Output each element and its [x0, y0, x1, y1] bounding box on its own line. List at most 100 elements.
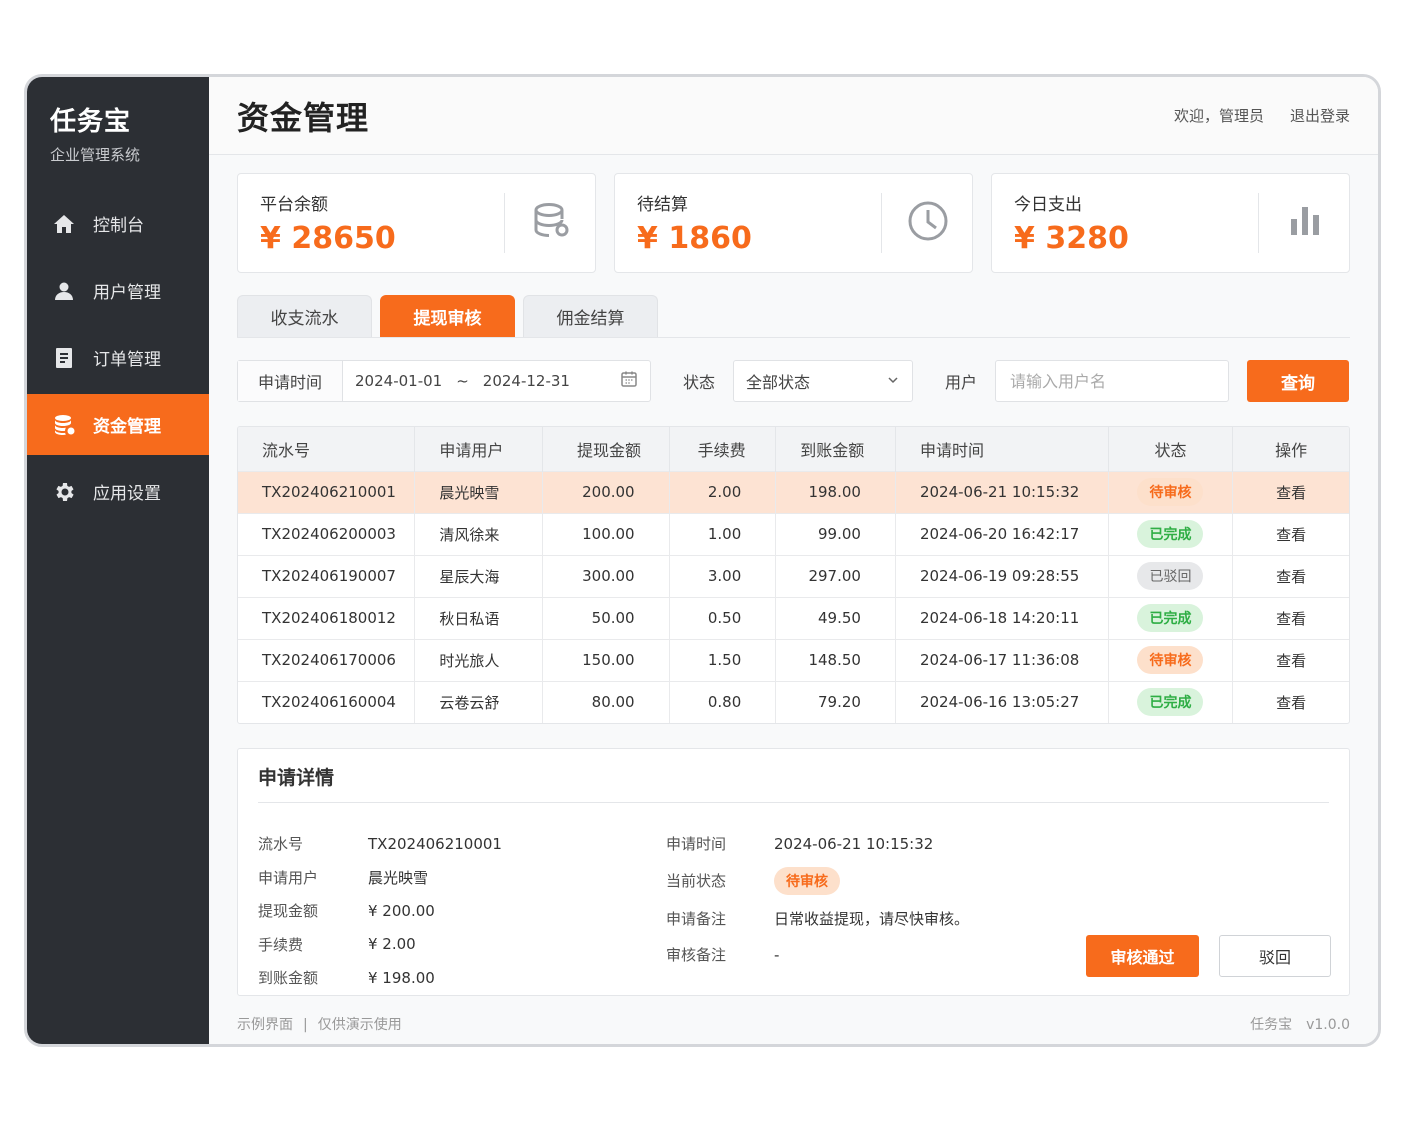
- status-badge: 待审核: [774, 866, 840, 895]
- cell-time: 2024-06-20 16:42:17: [895, 512, 1109, 555]
- stat-card-label: 平台余额: [260, 195, 328, 215]
- stat-card-value: ¥ 3280: [1014, 221, 1129, 256]
- stat-card-value: ¥ 28650: [260, 221, 396, 256]
- cell-time: 2024-06-21 10:15:32: [895, 470, 1109, 513]
- status-badge: 待审核: [1137, 478, 1204, 506]
- reject-button[interactable]: 驳回: [1219, 935, 1331, 977]
- cell-status: 待审核: [1108, 470, 1234, 513]
- calendar-icon: [620, 370, 638, 392]
- detail-row: 到账金额 ¥ 198.00: [258, 961, 666, 995]
- detail-row: 当前状态 待审核: [666, 861, 1074, 901]
- stat-card-label: 待结算: [637, 195, 688, 215]
- brand-subtitle: 企业管理系统: [50, 146, 141, 164]
- cell-amount: 200.00: [542, 470, 670, 513]
- footer-separator: |: [303, 1017, 308, 1033]
- detail-value: 日常收益提现，请尽快审核。: [774, 910, 970, 928]
- cell-received: 99.00: [775, 512, 896, 555]
- status-badge: 已完成: [1137, 520, 1204, 548]
- column-header: 申请用户: [414, 427, 543, 471]
- cell-action: 查看: [1232, 512, 1349, 555]
- sidebar-item-label: 用户管理: [93, 283, 161, 303]
- column-header: 提现金额: [542, 427, 670, 471]
- date-range-picker[interactable]: 2024-01-01 ~ 2024-12-31: [343, 361, 650, 401]
- cell-amount: 300.00: [542, 554, 670, 597]
- sidebar-item-label: 资金管理: [93, 417, 161, 437]
- status-select[interactable]: 全部状态: [733, 360, 914, 402]
- detail-label: 流水号: [258, 835, 304, 854]
- sidebar-item-label: 应用设置: [93, 484, 161, 504]
- detail-label: 到账金额: [258, 969, 319, 988]
- view-link[interactable]: 查看: [1276, 610, 1306, 628]
- detail-left-column: 流水号 TX202406210001 申请用户 晨光映雪 提现金额 ¥ 200.00 …: [258, 827, 666, 995]
- stat-card-expense: 今日支出 ¥ 3280: [991, 173, 1350, 273]
- cell-received: 297.00: [775, 554, 896, 597]
- cell-time: 2024-06-18 14:20:11: [895, 596, 1109, 639]
- view-link[interactable]: 查看: [1276, 652, 1306, 670]
- brand: 任务宝 企业管理系统: [27, 77, 209, 165]
- tab-transactions[interactable]: 收支流水: [237, 295, 372, 337]
- tab-commission[interactable]: 佣金结算: [523, 295, 658, 337]
- app-window: 任务宝 企业管理系统 控制台 用户管理 订单管理 资金管理 应用设置 资金管理 …: [24, 74, 1381, 1047]
- version-text: 任务宝 v1.0.0: [1250, 1017, 1350, 1033]
- query-button[interactable]: 查询: [1247, 360, 1350, 402]
- sidebar-item-funds[interactable]: 资金管理: [27, 394, 209, 455]
- cell-action: 查看: [1232, 470, 1349, 513]
- sidebar-item-dashboard[interactable]: 控制台: [27, 193, 209, 254]
- detail-actions: 审核通过 驳回: [1086, 935, 1331, 977]
- cell-id: TX202406190007: [238, 554, 416, 597]
- view-link[interactable]: 查看: [1276, 694, 1306, 712]
- cell-user: 云卷云舒: [414, 680, 543, 723]
- sidebar-item-label: 控制台: [93, 216, 144, 236]
- cell-id: TX202406210001: [238, 470, 416, 513]
- home-icon: [51, 211, 77, 237]
- divider: [881, 193, 882, 253]
- cell-fee: 1.50: [669, 638, 777, 681]
- divider: [1258, 193, 1259, 253]
- status-badge: 已完成: [1137, 604, 1204, 632]
- cell-id: TX202406160004: [238, 680, 416, 723]
- detail-label: 当前状态: [666, 872, 727, 890]
- table-row[interactable]: TX202406200003 清风徐来 100.00 1.00 99.00 2024-06…: [238, 512, 1349, 555]
- sidebar-item-settings[interactable]: 应用设置: [27, 461, 209, 522]
- detail-value: ¥ 198.00: [368, 968, 435, 987]
- detail-label: 申请时间: [666, 835, 727, 854]
- detail-title: 申请详情: [258, 763, 1329, 803]
- table-body: TX202406210001 晨光映雪 200.00 2.00 198.00 2024-0…: [238, 470, 1349, 723]
- sidebar: 任务宝 企业管理系统 控制台 用户管理 订单管理 资金管理 应用设置: [27, 77, 209, 1044]
- cell-user: 时光旅人: [414, 638, 543, 681]
- cell-time: 2024-06-17 11:36:08: [895, 638, 1109, 681]
- cell-action: 查看: [1232, 554, 1349, 597]
- table-row[interactable]: TX202406170006 时光旅人 150.00 1.50 148.50 2024-0…: [238, 638, 1349, 681]
- sidebar-item-users[interactable]: 用户管理: [27, 260, 209, 321]
- document-icon: [51, 345, 77, 371]
- stat-card-pending: 待结算 ¥ 1860: [614, 173, 973, 273]
- cell-received: 49.50: [775, 596, 896, 639]
- status-badge: 已驳回: [1137, 562, 1204, 590]
- date-end: 2024-12-31: [482, 372, 570, 390]
- table-header-row: 流水号 申请用户 提现金额 手续费 到账金额 申请时间 状态 操作: [238, 427, 1349, 471]
- username-input[interactable]: [995, 360, 1230, 402]
- table-row[interactable]: TX202406210001 晨光映雪 200.00 2.00 198.00 2024-0…: [238, 470, 1349, 513]
- logout-link[interactable]: 退出登录: [1290, 105, 1350, 126]
- cell-id: TX202406200003: [238, 512, 416, 555]
- detail-value: -: [774, 945, 780, 964]
- detail-label: 提现金额: [258, 902, 319, 921]
- detail-value: ¥ 2.00: [368, 935, 416, 954]
- column-header: 状态: [1108, 427, 1234, 471]
- tab-withdraw-review[interactable]: 提现审核: [380, 295, 515, 337]
- view-link[interactable]: 查看: [1276, 526, 1306, 544]
- approve-button[interactable]: 审核通过: [1086, 935, 1199, 977]
- view-link[interactable]: 查看: [1276, 568, 1306, 586]
- cell-amount: 80.00: [542, 680, 670, 723]
- header-actions: 欢迎，管理员 退出登录: [1174, 105, 1350, 126]
- table-row[interactable]: TX202406190007 星辰大海 300.00 3.00 297.00 2024-0…: [238, 554, 1349, 597]
- sidebar-item-orders[interactable]: 订单管理: [27, 327, 209, 388]
- table-row[interactable]: TX202406160004 云卷云舒 80.00 0.80 79.20 2024-06-…: [238, 680, 1349, 723]
- status-select-value: 全部状态: [746, 373, 811, 392]
- detail-label: 申请备注: [666, 910, 727, 928]
- cell-status: 待审核: [1108, 638, 1234, 681]
- footer-text: 仅供演示使用: [317, 1017, 402, 1033]
- table-row[interactable]: TX202406180012 秋日私语 50.00 0.50 49.50 2024-06-…: [238, 596, 1349, 639]
- detail-row: 申请备注 日常收益提现，请尽快审核。: [666, 901, 1074, 937]
- view-link[interactable]: 查看: [1276, 484, 1306, 502]
